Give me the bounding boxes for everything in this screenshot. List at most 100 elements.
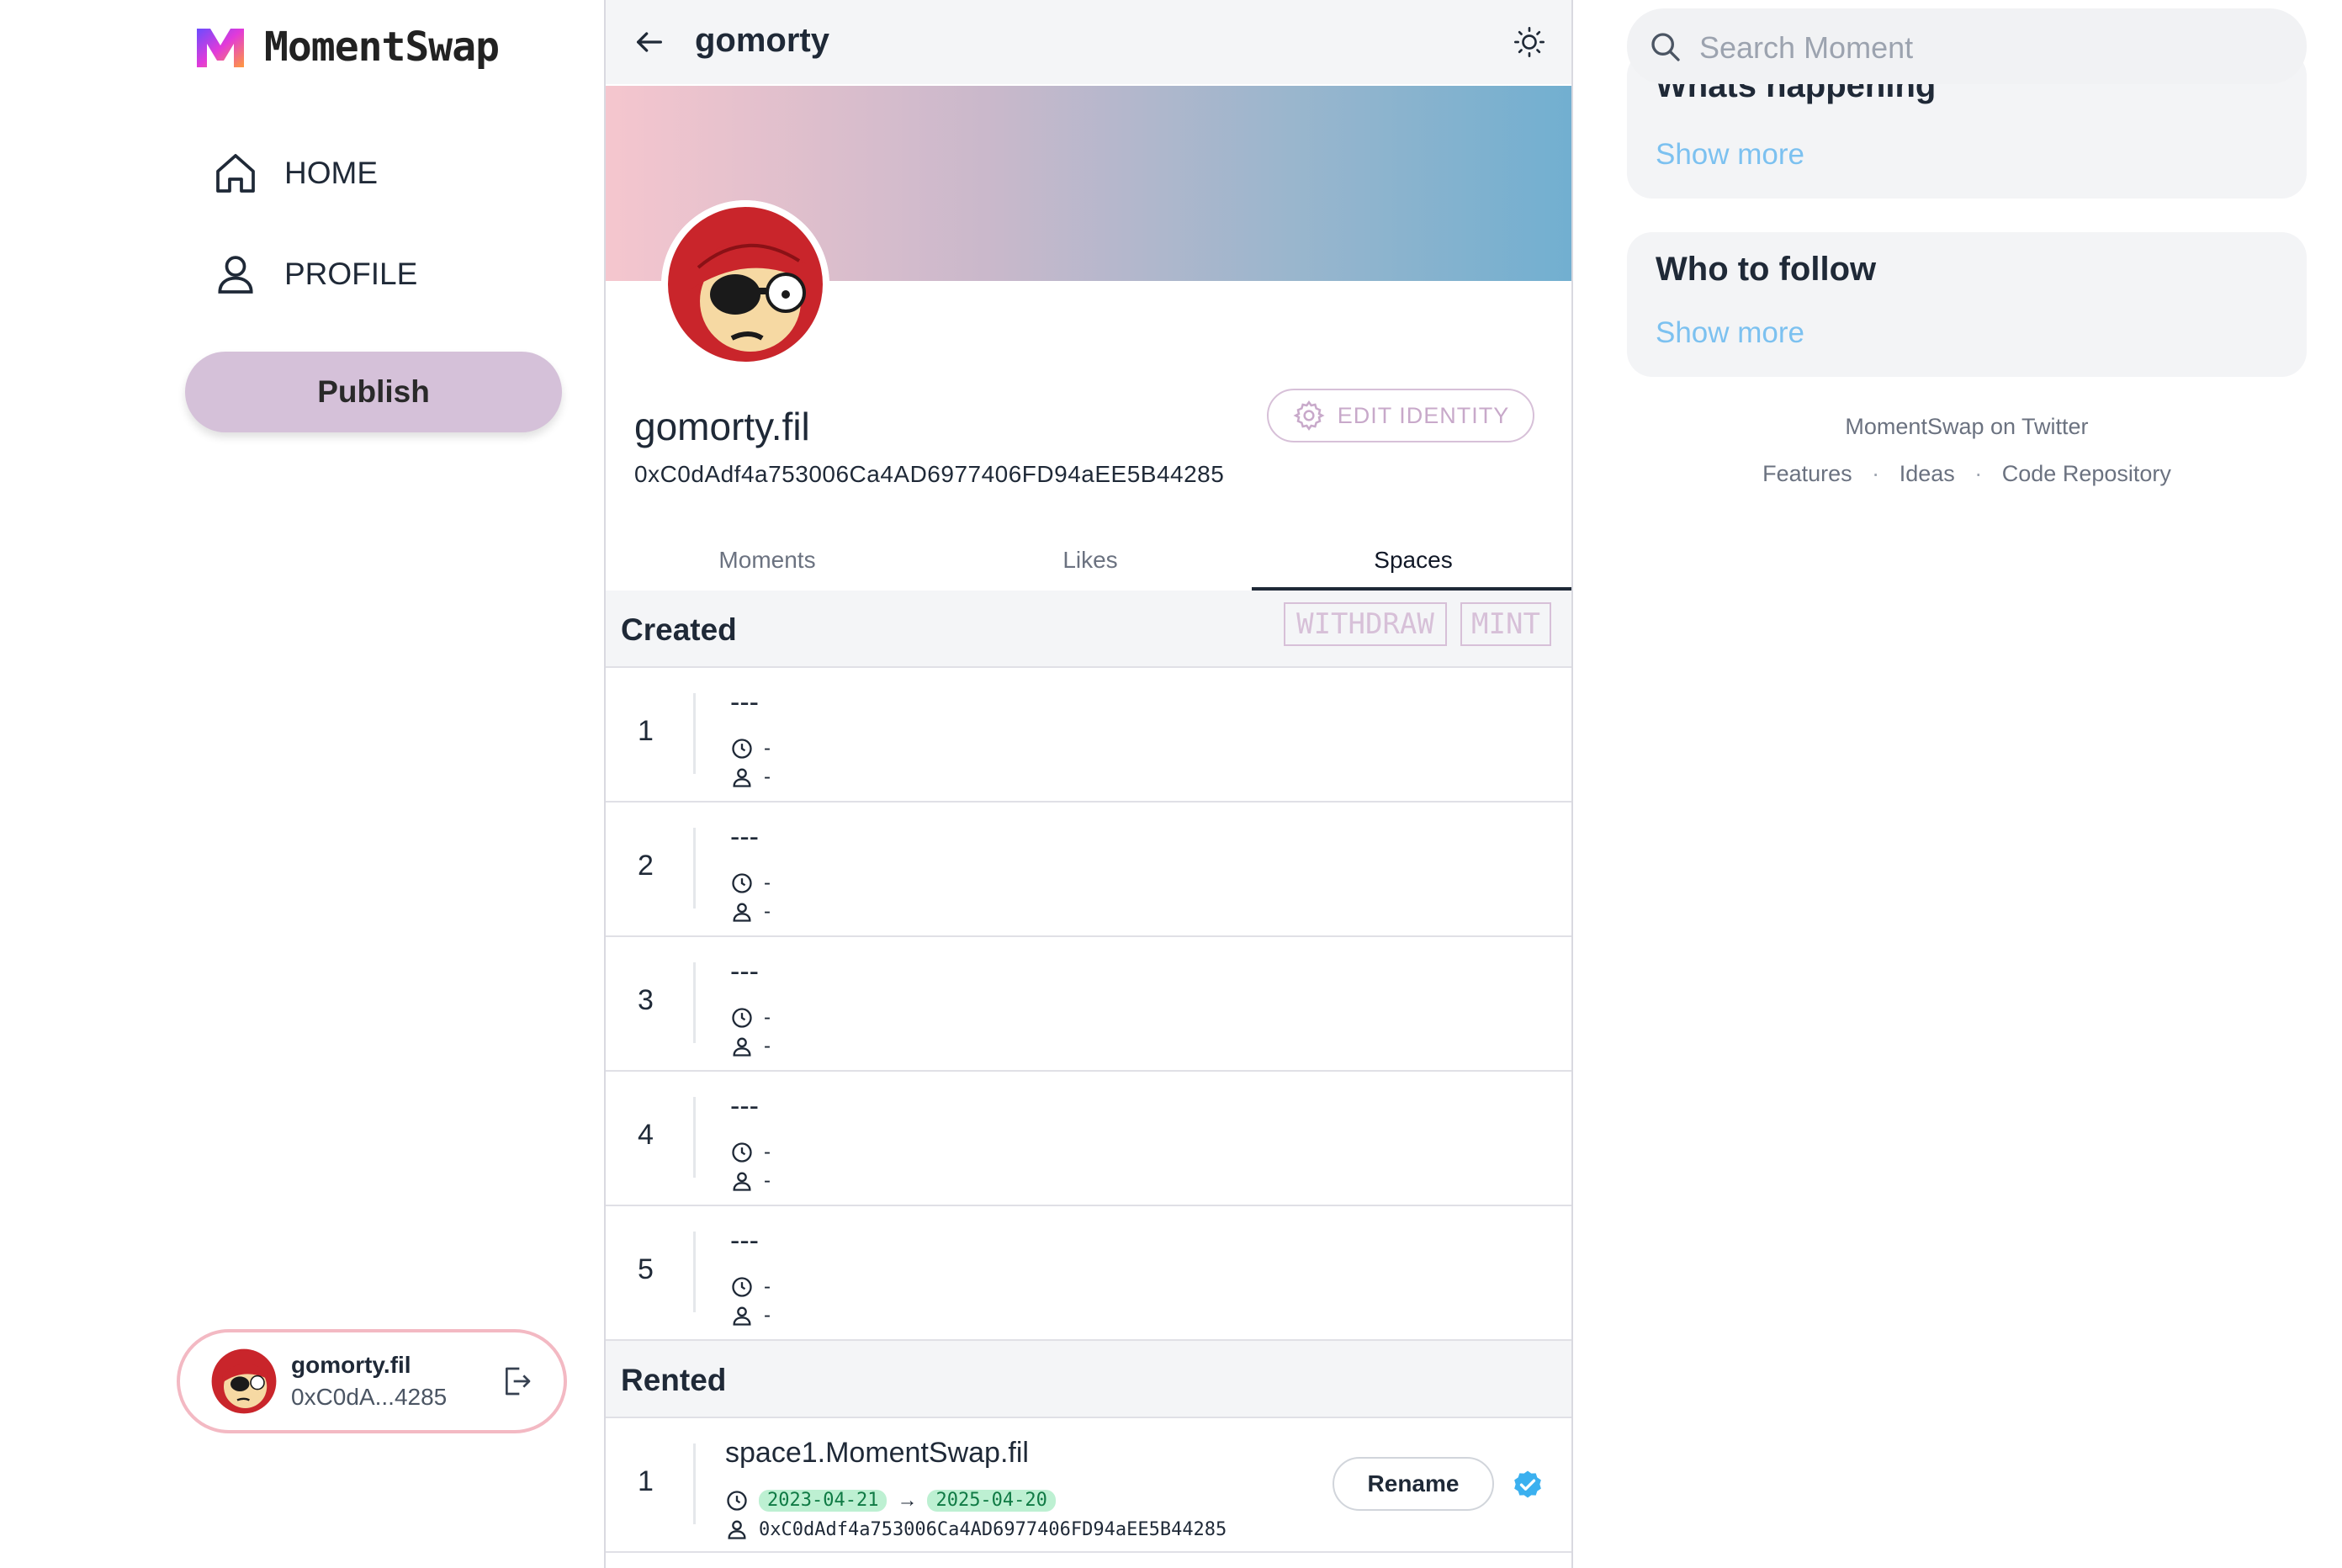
nav-profile[interactable]: PROFILE	[212, 251, 417, 298]
clock-icon	[732, 873, 752, 893]
row-index: 1	[638, 715, 654, 747]
logo-icon	[197, 29, 244, 67]
ideas-link[interactable]: Ideas	[1900, 461, 1955, 486]
created-row[interactable]: 3 --- - -	[606, 937, 1571, 1072]
clock-icon	[732, 1008, 752, 1028]
clock-icon	[732, 739, 752, 759]
person-icon	[728, 1520, 746, 1539]
avatar	[211, 1348, 277, 1414]
space-time: -	[730, 1275, 771, 1299]
space-time: -	[730, 1006, 771, 1030]
space-owner: -	[730, 900, 771, 924]
end-date-badge: 2025-04-20	[927, 1490, 1056, 1512]
edit-identity-label: EDIT IDENTITY	[1337, 402, 1510, 428]
start-date-badge: 2023-04-21	[759, 1490, 888, 1512]
date-arrow: →	[897, 1489, 918, 1512]
current-user-name: gomorty.fil	[291, 1352, 411, 1378]
rename-button[interactable]: Rename	[1333, 1457, 1494, 1511]
footer-twitter: MomentSwap on Twitter	[1627, 414, 2307, 440]
row-index: 5	[638, 1253, 654, 1285]
edit-identity-button[interactable]: EDIT IDENTITY	[1267, 389, 1534, 442]
tab-moments[interactable]: Moments	[606, 530, 929, 591]
space-name: ---	[730, 956, 759, 988]
space-name: ---	[730, 1225, 759, 1257]
tab-spaces[interactable]: Spaces	[1252, 530, 1571, 591]
row-index: 3	[638, 984, 654, 1016]
space-owner-value: -	[764, 765, 771, 788]
row-index: 4	[638, 1119, 654, 1151]
created-header: Created WITHDRAW MINT	[606, 591, 1571, 668]
clock-icon	[732, 1277, 752, 1297]
created-row[interactable]: 5 --- - -	[606, 1206, 1571, 1341]
nav-home[interactable]: HOME	[212, 150, 378, 197]
app-logo[interactable]: MomentSwap	[193, 24, 500, 71]
space-time-value: -	[764, 1141, 771, 1163]
who-to-follow-show-more[interactable]: Show more	[1656, 316, 1804, 350]
search-input[interactable]	[1698, 24, 2290, 72]
space-time: -	[730, 871, 771, 895]
space-owner-value: -	[764, 900, 771, 923]
person-icon	[733, 1172, 751, 1191]
space-owner: -	[730, 765, 771, 789]
row-index: 2	[638, 850, 654, 882]
mint-button[interactable]: MINT	[1460, 602, 1551, 646]
space-name: ---	[730, 1090, 759, 1122]
page-title: gomorty	[695, 22, 829, 59]
rented-title: Rented	[621, 1363, 727, 1397]
verified-icon	[1514, 1470, 1541, 1498]
tab-likes[interactable]: Likes	[929, 530, 1252, 591]
created-row[interactable]: 1 --- - -	[606, 668, 1571, 803]
rented-header: Rented	[606, 1341, 1571, 1418]
withdraw-button[interactable]: WITHDRAW	[1284, 602, 1447, 646]
space-owner: -	[730, 1304, 771, 1327]
user-icon	[218, 256, 253, 294]
who-to-follow-card: Who to follow Show more	[1627, 232, 2307, 377]
created-title: Created	[621, 612, 737, 647]
back-arrow-icon[interactable]	[633, 25, 666, 59]
code-repository-link[interactable]: Code Repository	[2002, 461, 2171, 486]
space-owner-address: 0xC0dAdf4a753006Ca4AD6977406FD94aEE5B442…	[759, 1518, 1227, 1540]
row-divider	[693, 828, 696, 908]
logout-icon[interactable]	[500, 1363, 533, 1400]
profile-main: gomorty EDIT IDENTITY gomorty.fil 0xC0dA…	[604, 0, 1573, 1568]
features-link[interactable]: Features	[1762, 461, 1852, 486]
created-row[interactable]: 2 --- - -	[606, 803, 1571, 937]
publish-button[interactable]: Publish	[185, 352, 562, 432]
right-sidebar: Whats happening Show more Who to follow …	[1573, 0, 2342, 1568]
current-user-address: 0xC0dA...4285	[291, 1384, 448, 1410]
profile-name: gomorty.fil	[634, 405, 810, 448]
current-user-card[interactable]: gomorty.fil 0xC0dA...4285	[177, 1329, 567, 1433]
sun-icon[interactable]	[1513, 25, 1546, 59]
space-rental-period: 2023-04-21 → 2025-04-20	[725, 1489, 1056, 1512]
row-divider	[693, 1232, 696, 1312]
search-bar[interactable]	[1627, 8, 2307, 84]
clock-icon	[727, 1491, 747, 1511]
twitter-link[interactable]: MomentSwap on Twitter	[1845, 414, 2088, 439]
space-time-value: -	[764, 871, 771, 894]
rented-row[interactable]: 1 space1.MomentSwap.fil 2023-04-21 → 202…	[606, 1418, 1571, 1553]
space-name: ---	[730, 821, 759, 853]
created-row[interactable]: 4 --- - -	[606, 1072, 1571, 1206]
top-bar: gomorty	[606, 0, 1571, 84]
row-divider	[693, 1097, 696, 1178]
space-time-value: -	[764, 737, 771, 760]
who-to-follow-title: Who to follow	[1656, 251, 1877, 288]
space-time: -	[730, 1141, 771, 1164]
home-icon	[216, 154, 255, 193]
current-user-info: gomorty.fil 0xC0dA...4285	[291, 1352, 447, 1411]
profile-avatar	[661, 200, 829, 368]
space-time-value: -	[764, 1275, 771, 1298]
space-owner: 0xC0dAdf4a753006Ca4AD6977406FD94aEE5B442…	[725, 1518, 1227, 1541]
space-time-value: -	[764, 1006, 771, 1029]
row-divider	[693, 693, 696, 774]
row-index: 1	[638, 1465, 654, 1497]
footer-separator: ·	[1974, 461, 1983, 486]
row-divider	[693, 1444, 696, 1524]
person-icon	[733, 1037, 751, 1057]
whats-happening-show-more[interactable]: Show more	[1656, 138, 1804, 172]
space-owner-value: -	[764, 1304, 771, 1327]
person-icon	[733, 903, 751, 922]
space-owner-value: -	[764, 1035, 771, 1057]
footer-separator: ·	[1872, 461, 1880, 486]
space-time: -	[730, 737, 771, 760]
